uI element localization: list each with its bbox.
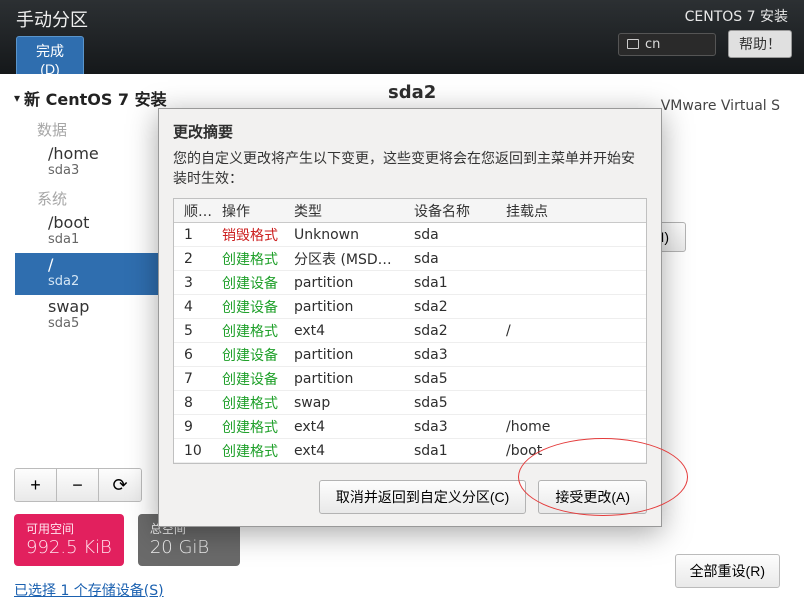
- cell-mount: /home: [500, 417, 646, 437]
- install-header-label: 新 CentOS 7 安装: [24, 86, 167, 110]
- changes-table: 顺序 操作 类型 设备名称 挂载点 1销毁格式Unknownsda2创建格式分区…: [173, 198, 647, 464]
- keyboard-layout-label: cn: [645, 37, 660, 52]
- chevron-down-icon: ▾: [14, 91, 20, 105]
- table-row[interactable]: 7创建设备partitionsda5: [174, 367, 646, 391]
- available-space-chip: 可用空间 992.5 KiB: [14, 514, 124, 566]
- list-toolbar: + − ⟳: [14, 468, 142, 502]
- cancel-button[interactable]: 取消并返回到自定义分区(C): [319, 480, 526, 514]
- cell-mount: [500, 353, 646, 357]
- table-row[interactable]: 2创建格式分区表 (MSDOS)sda: [174, 247, 646, 271]
- cell-type: partition: [288, 369, 408, 389]
- cell-dev: sda1: [408, 441, 500, 461]
- cell-dev: sda2: [408, 297, 500, 317]
- cell-dev: sda5: [408, 369, 500, 389]
- cell-type: ext4: [288, 417, 408, 437]
- help-button[interactable]: 帮助！: [728, 30, 792, 58]
- cell-mount: [500, 281, 646, 285]
- cell-order: 6: [174, 345, 216, 365]
- col-mount: 挂载点: [500, 199, 646, 223]
- cell-mount: [500, 401, 646, 405]
- keyboard-layout-indicator[interactable]: cn: [618, 33, 716, 56]
- cell-op: 创建格式: [216, 319, 288, 343]
- col-type: 类型: [288, 199, 408, 223]
- cell-op: 创建格式: [216, 415, 288, 439]
- cell-op: 创建格式: [216, 391, 288, 415]
- add-mount-button[interactable]: +: [15, 469, 57, 501]
- dialog-button-row: 取消并返回到自定义分区(C) 接受更改(A): [173, 480, 647, 514]
- dialog-title: 更改摘要: [173, 121, 647, 142]
- top-bar: 手动分区 完成(D) CENTOS 7 安装 cn 帮助！: [0, 0, 804, 74]
- cell-order: 10: [174, 441, 216, 461]
- cell-dev: sda1: [408, 273, 500, 293]
- cell-type: partition: [288, 345, 408, 365]
- col-op: 操作: [216, 199, 288, 223]
- cell-op: 创建格式: [216, 247, 288, 271]
- changes-summary-dialog: 更改摘要 您的自定义更改将产生以下变更，这些变更将会在您返回到主菜单并开始安装时…: [158, 108, 662, 527]
- table-row[interactable]: 9创建格式ext4sda3/home: [174, 415, 646, 439]
- cell-op: 创建设备: [216, 367, 288, 391]
- cell-mount: [500, 377, 646, 381]
- cell-order: 9: [174, 417, 216, 437]
- cell-order: 7: [174, 369, 216, 389]
- cell-type: 分区表 (MSDOS): [288, 247, 408, 271]
- cell-mount: /boot: [500, 441, 646, 461]
- table-row[interactable]: 4创建设备partitionsda2: [174, 295, 646, 319]
- total-space-value: 20 GiB: [150, 537, 228, 558]
- cell-dev: sda: [408, 249, 500, 269]
- cell-order: 1: [174, 225, 216, 245]
- dialog-description: 您的自定义更改将产生以下变更，这些变更将会在您返回到主菜单并开始安装时生效：: [173, 148, 647, 188]
- table-row[interactable]: 10创建格式ext4sda1/boot: [174, 439, 646, 463]
- storage-devices-link[interactable]: 已选择 1 个存储设备(S): [14, 580, 364, 600]
- cell-dev: sda: [408, 225, 500, 245]
- table-header-row: 顺序 操作 类型 设备名称 挂载点: [174, 199, 646, 223]
- table-row[interactable]: 1销毁格式Unknownsda: [174, 223, 646, 247]
- cell-mount: [500, 305, 646, 309]
- cell-type: ext4: [288, 441, 408, 461]
- cell-type: partition: [288, 273, 408, 293]
- table-row[interactable]: 6创建设备partitionsda3: [174, 343, 646, 367]
- cell-op: 创建设备: [216, 295, 288, 319]
- cell-dev: sda2: [408, 321, 500, 341]
- cell-mount: [500, 233, 646, 237]
- cell-order: 3: [174, 273, 216, 293]
- table-row[interactable]: 3创建设备partitionsda1: [174, 271, 646, 295]
- col-devname: 设备名称: [408, 199, 500, 223]
- cell-op: 销毁格式: [216, 223, 288, 247]
- cell-dev: sda5: [408, 393, 500, 413]
- cell-order: 4: [174, 297, 216, 317]
- cell-op: 创建格式: [216, 439, 288, 463]
- device-model-label: VMware Virtual S: [661, 98, 780, 114]
- install-title: CENTOS 7 安装: [685, 6, 788, 26]
- accept-button[interactable]: 接受更改(A): [538, 480, 647, 514]
- cell-op: 创建设备: [216, 343, 288, 367]
- col-order: 顺序: [174, 199, 216, 223]
- cell-type: swap: [288, 393, 408, 413]
- cell-type: ext4: [288, 321, 408, 341]
- table-row[interactable]: 8创建格式swapsda5: [174, 391, 646, 415]
- cell-order: 5: [174, 321, 216, 341]
- cell-mount: /: [500, 321, 646, 341]
- reset-all-button[interactable]: 全部重设(R): [675, 554, 780, 588]
- cell-mount: [500, 257, 646, 261]
- reload-button[interactable]: ⟳: [99, 469, 141, 501]
- available-space-value: 992.5 KiB: [26, 537, 112, 558]
- table-row[interactable]: 5创建格式ext4sda2/: [174, 319, 646, 343]
- cell-dev: sda3: [408, 345, 500, 365]
- cell-type: Unknown: [288, 225, 408, 245]
- cell-order: 8: [174, 393, 216, 413]
- cell-type: partition: [288, 297, 408, 317]
- cell-dev: sda3: [408, 417, 500, 437]
- remove-mount-button[interactable]: −: [57, 469, 99, 501]
- cell-order: 2: [174, 249, 216, 269]
- available-space-label: 可用空间: [26, 520, 112, 537]
- keyboard-icon: [627, 39, 639, 49]
- cell-op: 创建设备: [216, 271, 288, 295]
- page-title: 手动分区: [16, 6, 88, 32]
